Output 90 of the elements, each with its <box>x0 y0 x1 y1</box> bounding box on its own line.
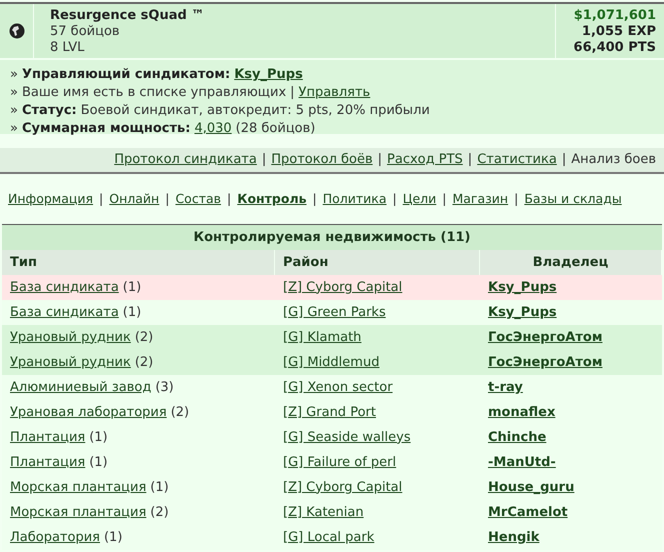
separator-text: | <box>468 151 472 170</box>
level-text: 8 LVL <box>50 40 86 56</box>
protocol-link[interactable]: Протокол боёв <box>271 150 373 170</box>
count-text: (1) <box>104 528 122 547</box>
district-link[interactable]: [Z] Cyborg Capital <box>283 280 402 295</box>
separator-text: | <box>442 190 446 208</box>
type-link[interactable]: Морская плантация <box>10 478 146 498</box>
pts-amount: 66,400 PTS <box>572 40 656 56</box>
nav-tab[interactable]: Онлайн <box>109 190 160 208</box>
nav-tab[interactable]: Контроль <box>237 190 307 208</box>
info-label: Статус: <box>22 102 77 120</box>
info-text: Ваше имя есть в списке управляющих <box>22 84 286 102</box>
count-text: (1) <box>150 478 169 497</box>
nav-tab[interactable]: Состав <box>175 190 222 208</box>
globe-icon <box>8 23 24 39</box>
nav-tab[interactable]: Цели <box>402 190 436 208</box>
bullet-text: » <box>10 84 18 102</box>
type-link[interactable]: Урановый рудник <box>10 352 131 372</box>
type-link[interactable]: Морская плантация <box>10 502 146 522</box>
district-link[interactable]: [G] Local park <box>283 530 374 545</box>
count-text: (2) <box>134 328 154 347</box>
squad-name: Resurgence sQuad ™ <box>50 8 206 24</box>
owner-link[interactable]: t-ray <box>488 380 523 395</box>
info-label: Суммарная мощность: <box>22 120 190 138</box>
owner-link[interactable]: -ManUtd- <box>488 454 556 470</box>
separator-text: | <box>378 151 382 170</box>
bullet-text: » <box>10 102 18 120</box>
separator-text: | <box>392 190 397 208</box>
protocol-link[interactable]: Статистика <box>477 150 557 170</box>
type-link[interactable]: Плантация <box>10 428 86 448</box>
type-link[interactable]: Плантация <box>10 452 86 472</box>
nav-tab[interactable]: Политика <box>322 190 387 208</box>
count-text: (1) <box>122 278 142 297</box>
owner-link[interactable]: Chinche <box>488 430 546 445</box>
count-text: (1) <box>89 428 108 447</box>
district-link[interactable]: [Z] Katenian <box>283 504 364 520</box>
manage-link[interactable]: Управлять <box>298 84 370 102</box>
district-link[interactable]: [G] Xenon sector <box>283 380 393 395</box>
exp-amount: 1,055 EXP <box>580 24 656 40</box>
district-link[interactable]: [G] Seaside walleys <box>283 430 411 445</box>
owner-link[interactable]: ГосЭнергоАтом <box>488 354 602 370</box>
district-link[interactable]: [G] Green Parks <box>283 304 386 320</box>
owner-link[interactable]: monaflex <box>488 404 556 420</box>
separator-text: | <box>562 151 566 170</box>
type-link[interactable]: База синдиката <box>10 302 119 322</box>
table-title: Контролируемая недвижимость (11) <box>2 225 662 250</box>
count-text: (1) <box>122 304 142 322</box>
info-text: (28 бойцов) <box>236 120 316 138</box>
count-text: (3) <box>155 378 174 397</box>
district-link[interactable]: [G] Middlemud <box>283 354 380 370</box>
separator-text: | <box>165 190 170 208</box>
bullet-text: » <box>10 66 18 84</box>
count-text: (2) <box>150 504 169 522</box>
owner-link[interactable]: MrCamelot <box>488 504 568 520</box>
type-link[interactable]: База синдиката <box>10 278 119 298</box>
power-link[interactable]: 4,030 <box>194 120 232 138</box>
bullet-text: » <box>10 120 18 138</box>
count-text: (2) <box>170 404 190 422</box>
type-link[interactable]: Алюминиевый завод <box>10 378 152 398</box>
owner-link[interactable]: Ksy_Pups <box>488 304 557 320</box>
nav-tab[interactable]: Информация <box>8 190 94 208</box>
owner-link[interactable]: Hengik <box>488 530 540 545</box>
district-link[interactable]: [Z] Grand Port <box>283 404 376 420</box>
protocol-text: Анализ боев <box>571 151 656 170</box>
nav-tab[interactable]: Базы и склады <box>524 190 622 208</box>
type-link[interactable]: Лаборатория <box>10 528 100 548</box>
separator-text: | <box>514 190 518 208</box>
owner-link[interactable]: House_guru <box>488 480 574 495</box>
count-text: (2) <box>134 354 154 372</box>
district-link[interactable]: [G] Klamath <box>283 330 362 345</box>
separator-text: | <box>99 190 104 208</box>
info-label: Управляющий синдикатом: <box>22 66 230 84</box>
owner-link[interactable]: ГосЭнергоАтом <box>488 330 602 345</box>
district-link[interactable]: [G] Failure of perl <box>283 454 396 470</box>
district-link[interactable]: [Z] Cyborg Capital <box>283 480 402 495</box>
type-link[interactable]: Урановая лаборатория <box>10 402 167 422</box>
separator-text: | <box>290 84 295 102</box>
money-amount: $1,071,601 <box>572 8 656 24</box>
protocol-link[interactable]: Расход PTS <box>387 150 463 170</box>
manager-link[interactable]: Ksy_Pups <box>234 66 303 84</box>
separator-text: | <box>312 190 317 208</box>
separator-text: | <box>227 190 232 208</box>
separator-text: | <box>262 151 266 170</box>
owner-link[interactable]: Ksy_Pups <box>488 280 557 295</box>
fighters-count: 57 бойцов <box>50 24 121 40</box>
nav-tab[interactable]: Магазин <box>452 190 508 208</box>
type-link[interactable]: Урановый рудник <box>10 328 131 348</box>
protocol-link[interactable]: Протокол синдиката <box>114 150 257 170</box>
count-text: (1) <box>89 454 108 472</box>
info-text: Боевой синдикат, автокредит: 5 pts, 20% прибыли <box>80 102 430 120</box>
